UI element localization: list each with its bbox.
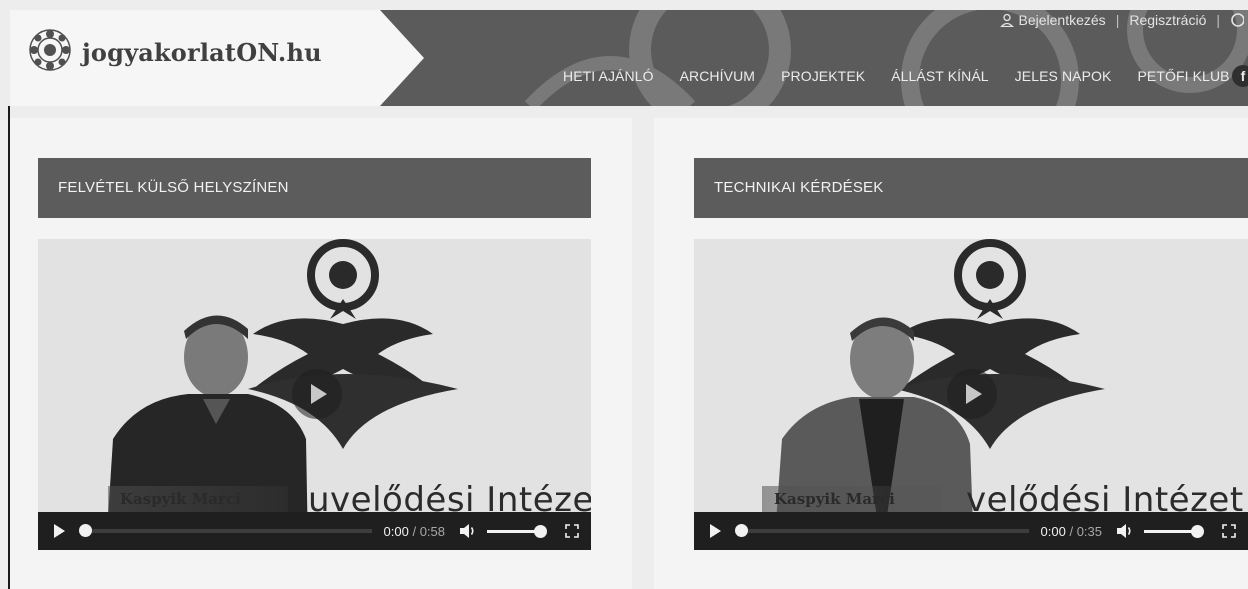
video-player[interactable]: velődési Intézet Kaspyik Marci 0:00 / 0:… (694, 239, 1248, 550)
register-link[interactable]: Regisztráció (1129, 12, 1206, 28)
video-controls: 0:00 / 0:58 (38, 512, 591, 550)
video-player[interactable]: uvelődési Intézet Kaspyik Marci 0:00 / 0… (38, 239, 591, 550)
fullscreen-icon[interactable] (565, 524, 579, 538)
volume-icon[interactable] (1116, 523, 1134, 539)
presenter-name-tag: Kaspyik Marci (762, 486, 942, 512)
progress-handle[interactable] (79, 524, 92, 537)
page: jogyakorlatON.hu Bejelentkezés | Regiszt… (0, 0, 1248, 589)
search-icon[interactable] (1230, 13, 1244, 27)
play-overlay-button[interactable] (292, 369, 342, 419)
progress-bar[interactable] (735, 524, 1029, 537)
play-overlay-button[interactable] (947, 369, 997, 419)
fullscreen-icon[interactable] (1222, 524, 1236, 538)
current-time: 0:00 (383, 523, 409, 539)
facebook-icon[interactable]: f (1232, 65, 1248, 87)
nav-item-projektek[interactable]: PROJEKTEK (768, 68, 878, 84)
topbar: Bejelentkezés | Regisztráció | (999, 10, 1248, 30)
video-card-right: TECHNIKAI KÉRDÉSEK velődési Intézet Kasp… (654, 118, 1248, 589)
volume-icon[interactable] (459, 523, 477, 539)
video-card-title: TECHNIKAI KÉRDÉSEK (694, 158, 1248, 218)
login-link[interactable]: Bejelentkezés (999, 12, 1106, 28)
logo-ornament-icon (29, 29, 71, 71)
progress-bar[interactable] (79, 524, 372, 537)
video-card-title: FELVÉTEL KÜLSŐ HELYSZÍNEN (38, 158, 591, 218)
nav-item-archivum[interactable]: ARCHÍVUM (667, 68, 768, 84)
play-button[interactable] (710, 524, 721, 538)
login-label: Bejelentkezés (1018, 12, 1106, 28)
topbar-divider: | (1115, 12, 1120, 28)
duration: 0:58 (419, 523, 445, 539)
duration: 0:35 (1076, 523, 1102, 539)
volume-handle[interactable] (1191, 524, 1204, 538)
volume-slider[interactable] (1144, 524, 1204, 538)
logo-text: jogyakorlatON.hu (82, 38, 322, 67)
topbar-divider: | (1216, 12, 1220, 28)
time-display: 0:00 / 0:58 (383, 523, 445, 539)
current-time: 0:00 (1040, 523, 1066, 539)
video-card-left: FELVÉTEL KÜLSŐ HELYSZÍNEN uvelődési Inté… (10, 118, 632, 589)
presenter-name-tag: Kaspyik Marci (108, 486, 288, 512)
nav-item-allast-kinal[interactable]: ÁLLÁST KÍNÁL (878, 68, 1001, 84)
volume-slider[interactable] (487, 524, 547, 538)
nav-item-petofi-klub[interactable]: PETŐFI KLUB (1124, 68, 1242, 84)
progress-handle[interactable] (735, 524, 748, 537)
play-icon (311, 384, 327, 404)
play-icon (966, 384, 982, 404)
nav-item-heti-ajanlo[interactable]: HETI AJÁNLÓ (550, 68, 667, 84)
volume-handle[interactable] (534, 524, 547, 538)
play-button[interactable] (54, 524, 65, 538)
main-nav: HETI AJÁNLÓ ARCHÍVUM PROJEKTEK ÁLLÁST KÍ… (550, 68, 1243, 84)
user-icon (999, 13, 1014, 27)
time-display: 0:00 / 0:35 (1040, 523, 1102, 539)
site-header: jogyakorlatON.hu Bejelentkezés | Regiszt… (10, 10, 1248, 106)
video-controls: 0:00 / 0:35 (694, 512, 1248, 550)
logo[interactable]: jogyakorlatON.hu (10, 10, 424, 106)
nav-item-jeles-napok[interactable]: JELES NAPOK (1002, 68, 1125, 84)
